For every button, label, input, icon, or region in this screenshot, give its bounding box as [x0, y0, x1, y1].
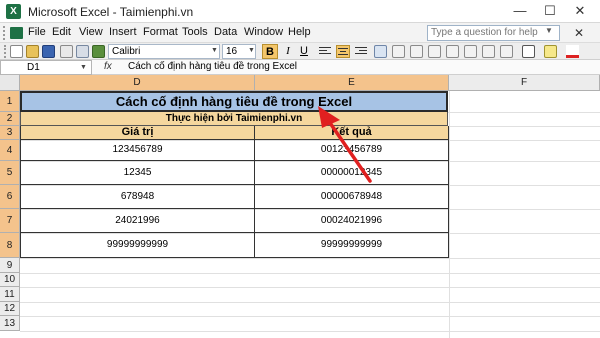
subtitle-cell-d2[interactable]: Thực hiện bởi Taimienphi.vn	[20, 112, 448, 126]
value-cell-d5[interactable]: 12345	[20, 161, 255, 185]
bold-button[interactable]: B	[262, 44, 278, 59]
comma-style-icon[interactable]	[428, 45, 441, 58]
formula-input[interactable]: Cách cố định hàng tiêu đề trong Excel	[128, 61, 297, 72]
menu-edit[interactable]: Edit	[52, 26, 71, 38]
borders-icon[interactable]	[522, 45, 535, 58]
result-cell-e8[interactable]: 99999999999	[255, 233, 449, 258]
header-cell-d3[interactable]: Giá trị	[20, 126, 255, 140]
save-disk-icon[interactable]	[42, 45, 55, 58]
value-cell-d8[interactable]: 99999999999	[20, 233, 255, 258]
font-dropdown-icon[interactable]: ▼	[211, 47, 218, 54]
menu-data[interactable]: Data	[214, 26, 237, 38]
italic-button[interactable]: I	[280, 44, 296, 59]
title-bar: X Microsoft Excel - Taimienphi.vn — ☐ ✕	[0, 0, 600, 23]
print-icon[interactable]	[76, 45, 89, 58]
menu-window[interactable]: Window	[244, 26, 283, 38]
select-all-corner[interactable]	[0, 75, 20, 91]
title-cell-d1[interactable]: Cách cố định hàng tiêu đề trong Excel	[20, 91, 448, 112]
align-left-button[interactable]	[318, 45, 332, 58]
result-cell-e5[interactable]: 00000012345	[255, 161, 449, 185]
column-header-d[interactable]: D	[20, 75, 255, 91]
name-box[interactable]: D1	[0, 60, 92, 75]
result-cell-e4[interactable]: 00123456789	[255, 140, 449, 161]
worksheet-grid[interactable]: D E F 1 2 3 4 5 6 7 8 9 10 11 12 13 Cách…	[0, 75, 600, 338]
name-box-dropdown-icon[interactable]: ▼	[80, 64, 87, 71]
row-header-13[interactable]: 13	[0, 316, 20, 331]
gridline	[20, 316, 600, 317]
gridline	[20, 302, 600, 303]
header-cell-e3[interactable]: Kết quả	[255, 126, 449, 140]
window-title: Microsoft Excel - Taimienphi.vn	[28, 5, 194, 19]
align-center-button[interactable]	[336, 45, 350, 58]
align-right-button[interactable]	[354, 45, 368, 58]
value-cell-d7[interactable]: 24021996	[20, 209, 255, 233]
formatting-toolbar: Calibri ▼ 16 ▼ B I U	[0, 43, 600, 60]
menu-format[interactable]: Format	[143, 26, 178, 38]
font-color-icon[interactable]	[566, 45, 579, 58]
menu-view[interactable]: View	[79, 26, 103, 38]
gridline	[20, 258, 600, 259]
menu-grip-icon[interactable]	[3, 26, 6, 40]
menu-bar: File Edit View Insert Format Tools Data …	[0, 23, 600, 43]
font-name-select[interactable]: Calibri	[108, 44, 220, 59]
row-header-7[interactable]: 7	[0, 209, 20, 233]
column-header-e[interactable]: E	[255, 75, 449, 91]
help-dropdown-icon[interactable]: ▼	[545, 26, 553, 35]
gridline	[20, 331, 600, 332]
result-cell-e6[interactable]: 00000678948	[255, 185, 449, 209]
decrease-indent-icon[interactable]	[482, 45, 495, 58]
help-search-input[interactable]: Type a question for help	[427, 25, 560, 41]
menu-insert[interactable]: Insert	[109, 26, 137, 38]
gridline	[449, 91, 450, 338]
minimize-button[interactable]: —	[508, 2, 532, 20]
maximize-button[interactable]: ☐	[538, 2, 562, 20]
toolbar-grip-icon[interactable]	[4, 45, 7, 58]
percent-icon[interactable]	[410, 45, 423, 58]
row-header-11[interactable]: 11	[0, 287, 20, 302]
row-header-10[interactable]: 10	[0, 273, 20, 287]
row-header-2[interactable]: 2	[0, 112, 20, 126]
gridline	[20, 287, 600, 288]
fill-color-icon[interactable]	[544, 45, 557, 58]
excel-doc-icon[interactable]	[10, 27, 23, 39]
row-header-5[interactable]: 5	[0, 161, 20, 185]
row-header-12[interactable]: 12	[0, 302, 20, 316]
menu-tools[interactable]: Tools	[182, 26, 208, 38]
row-header-9[interactable]: 9	[0, 258, 20, 273]
insert-function-icon[interactable]: fx	[104, 61, 112, 72]
close-button[interactable]: ✕	[568, 2, 592, 20]
menu-file[interactable]: File	[28, 26, 46, 38]
research-icon[interactable]	[92, 45, 105, 58]
currency-icon[interactable]	[392, 45, 405, 58]
row-header-3[interactable]: 3	[0, 126, 20, 140]
merge-center-icon[interactable]	[374, 45, 387, 58]
menu-help[interactable]: Help	[288, 26, 311, 38]
column-header-f[interactable]: F	[449, 75, 600, 91]
value-cell-d4[interactable]: 123456789	[20, 140, 255, 161]
formula-bar: D1 ▼ fx Cách cố định hàng tiêu đề trong …	[0, 60, 600, 75]
size-dropdown-icon[interactable]: ▼	[248, 47, 255, 54]
excel-app-icon: X	[6, 4, 21, 19]
row-header-4[interactable]: 4	[0, 140, 20, 161]
permission-icon[interactable]	[60, 45, 73, 58]
document-close-button[interactable]: ✕	[574, 26, 584, 40]
value-cell-d6[interactable]: 678948	[20, 185, 255, 209]
gridline	[20, 273, 600, 274]
open-folder-icon[interactable]	[26, 45, 39, 58]
new-document-icon[interactable]	[10, 45, 23, 58]
underline-button[interactable]: U	[296, 44, 312, 59]
row-header-8[interactable]: 8	[0, 233, 20, 258]
increase-indent-icon[interactable]	[500, 45, 513, 58]
row-header-1[interactable]: 1	[0, 91, 20, 112]
increase-decimal-icon[interactable]	[446, 45, 459, 58]
row-header-6[interactable]: 6	[0, 185, 20, 209]
decrease-decimal-icon[interactable]	[464, 45, 477, 58]
result-cell-e7[interactable]: 00024021996	[255, 209, 449, 233]
